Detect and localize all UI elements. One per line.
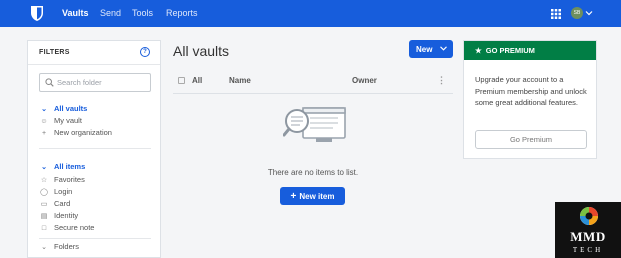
empty-search-illustration: [283, 107, 346, 142]
filter-identity[interactable]: ▤ Identity: [39, 210, 79, 221]
star-icon: ☆: [40, 177, 48, 184]
search-icon: [45, 78, 54, 87]
mmd-logo-icon: [580, 207, 598, 225]
chevron-down-icon: ⌄: [41, 106, 47, 113]
search-folder-input[interactable]: [57, 76, 147, 89]
mmd-tech-watermark: MMD TECH: [555, 202, 621, 258]
chevron-down-icon: ⌄: [41, 164, 47, 171]
filter-card[interactable]: ▭ Card: [39, 198, 71, 209]
go-premium-card: ★ GO PREMIUM Upgrade your account to a Pr…: [463, 40, 597, 159]
filter-my-vault[interactable]: ☺ My vault: [39, 115, 82, 126]
top-navbar: Vaults Send Tools Reports SB: [0, 0, 621, 27]
sticky-note-icon: □: [41, 225, 47, 232]
globe-icon: ◯: [40, 189, 48, 196]
go-premium-button[interactable]: Go Premium: [475, 130, 587, 149]
filter-new-organization[interactable]: + New organization: [39, 127, 112, 138]
new-item-button[interactable]: + New item: [280, 187, 345, 205]
plus-icon: +: [41, 130, 47, 137]
empty-state-text: There are no items to list.: [267, 168, 359, 177]
filters-panel: FILTERS ? ⌄All vaults ☺My vault +New org…: [27, 40, 161, 258]
avatar[interactable]: SB: [571, 7, 583, 19]
watermark-mmd: MMD: [570, 229, 606, 244]
credit-card-icon: ▭: [40, 201, 48, 208]
filters-title: FILTERS: [39, 49, 70, 56]
filter-all-vaults[interactable]: ⌄ All vaults: [39, 103, 87, 114]
filters-divider: [39, 148, 151, 149]
column-all[interactable]: All: [192, 76, 202, 85]
column-owner: Owner: [352, 76, 377, 85]
select-all-checkbox[interactable]: [178, 77, 185, 84]
filter-favorites[interactable]: ☆ Favorites: [39, 174, 85, 185]
search-box[interactable]: [39, 73, 151, 92]
product-switcher-icon[interactable]: [551, 9, 561, 19]
page-title: All vaults: [173, 43, 230, 59]
new-button[interactable]: New: [409, 40, 453, 58]
premium-description: Upgrade your account to a Premium member…: [475, 75, 587, 108]
id-card-icon: ▤: [40, 213, 48, 220]
chevron-down-icon: [440, 46, 447, 51]
user-icon: ☺: [40, 118, 48, 125]
nav-reports[interactable]: Reports: [166, 8, 198, 18]
plus-icon: +: [290, 190, 297, 202]
filter-secure-note[interactable]: □ Secure note: [39, 222, 95, 233]
filter-folders[interactable]: ⌄ Folders: [39, 241, 79, 252]
more-options-icon[interactable]: ⋮: [437, 75, 446, 86]
star-icon: ★: [475, 46, 482, 55]
vault-table-header: All Name Owner ⋮: [173, 72, 453, 94]
nav-send[interactable]: Send: [100, 8, 121, 18]
filters-header: FILTERS ?: [28, 41, 160, 65]
premium-header: ★ GO PREMIUM: [464, 41, 596, 60]
bitwarden-logo-icon[interactable]: [30, 5, 44, 22]
help-icon[interactable]: ?: [140, 47, 150, 57]
chevron-down-icon[interactable]: [585, 9, 593, 17]
nav-tools[interactable]: Tools: [132, 8, 153, 18]
filters-divider: [39, 238, 151, 239]
filter-all-items[interactable]: ⌄ All items: [39, 161, 85, 172]
watermark-tech: TECH: [572, 246, 604, 254]
filter-login[interactable]: ◯ Login: [39, 186, 72, 197]
chevron-down-icon: ⌄: [41, 244, 47, 251]
column-name: Name: [229, 76, 251, 85]
nav-vaults[interactable]: Vaults: [62, 8, 89, 18]
